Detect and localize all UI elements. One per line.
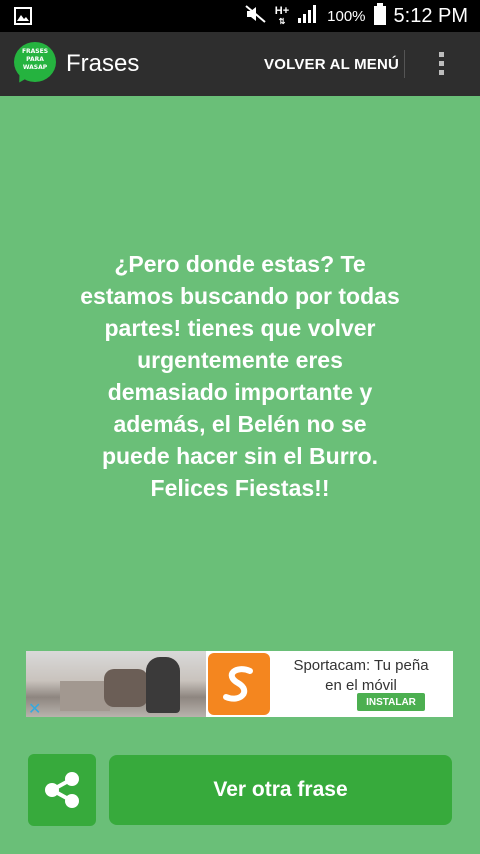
ad-close-icon[interactable]: ✕ <box>28 699 41 717</box>
quote-text: ¿Pero donde estas? Te estamos buscando p… <box>80 251 400 501</box>
overflow-menu-icon[interactable] <box>432 48 452 80</box>
ad-banner[interactable]: ✕ Sportacam: Tu peña en el móvil INSTALA… <box>26 651 453 717</box>
logo-word-3: WASAP <box>22 64 48 71</box>
app-logo[interactable]: FRASES PARA WASAP <box>13 42 58 87</box>
mute-icon <box>245 4 267 28</box>
ad-photo <box>26 651 206 717</box>
share-icon <box>45 772 79 808</box>
network-label: H+ <box>274 4 290 17</box>
next-phrase-button[interactable]: Ver otra frase <box>109 755 452 825</box>
app-title: Frases <box>66 50 140 77</box>
logo-word-1: FRASES <box>21 48 49 55</box>
battery-icon <box>373 2 386 30</box>
ad-line-1: Sportacam: Tu peña <box>293 657 429 674</box>
share-button[interactable] <box>28 754 96 826</box>
ad-text: Sportacam: Tu peña en el móvil <box>276 656 446 696</box>
back-to-menu-button[interactable]: VOLVER AL MENÚ <box>264 56 399 73</box>
network-type: H+ ⇅ <box>274 4 290 26</box>
status-bar: H+ ⇅ 100% 5:12 PM <box>0 0 480 32</box>
status-time: 5:12 PM <box>393 4 468 27</box>
appbar-divider <box>404 50 405 78</box>
signal-icon <box>297 4 319 29</box>
logo-word-2: PARA <box>26 56 44 63</box>
app-bar: FRASES PARA WASAP Frases VOLVER AL MENÚ <box>0 32 480 96</box>
ad-install-button[interactable]: INSTALAR <box>357 693 425 711</box>
ad-app-logo <box>208 653 270 715</box>
image-icon <box>14 7 32 25</box>
battery-percent: 100% <box>327 7 366 25</box>
